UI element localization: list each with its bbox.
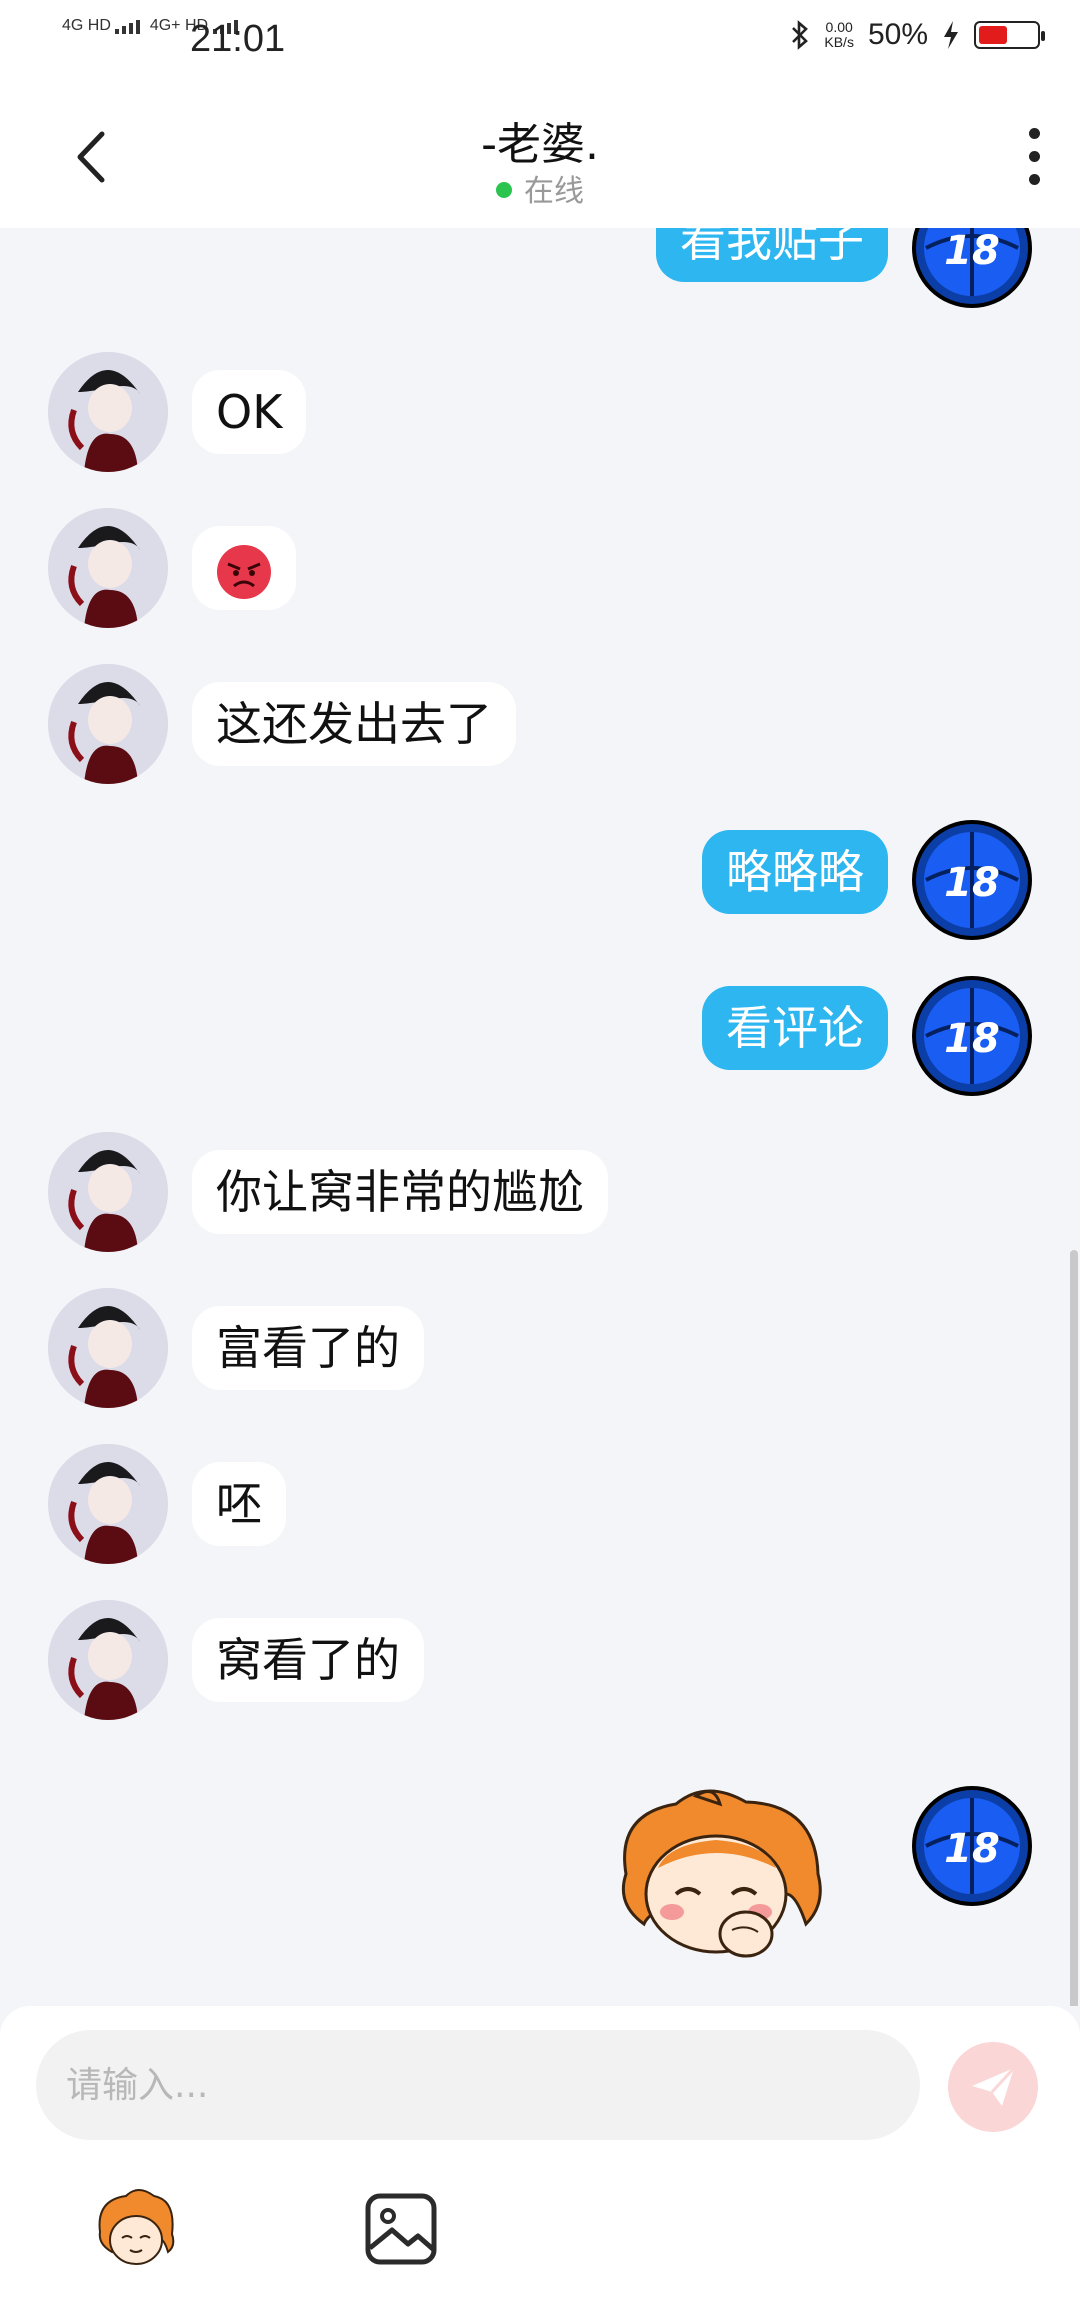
net-speed: 0.00 KB/s bbox=[824, 20, 854, 50]
contact-avatar-icon bbox=[48, 508, 168, 628]
battery-percent: 50% bbox=[867, 18, 928, 51]
clock: 21:01 bbox=[190, 18, 286, 60]
net-speed-unit: KB/s bbox=[824, 34, 854, 50]
scrollbar[interactable] bbox=[1070, 1250, 1078, 2006]
my-avatar-icon: 18 bbox=[916, 1790, 1028, 1902]
my-avatar-icon: 18 bbox=[916, 824, 1028, 936]
contact-avatar[interactable] bbox=[48, 1288, 168, 1408]
my-avatar-icon: 18 bbox=[916, 228, 1028, 304]
contact-avatar-icon bbox=[48, 664, 168, 784]
signal-1-label: 4G HD bbox=[62, 17, 111, 34]
angry-face-icon bbox=[217, 544, 271, 599]
online-status-text: 在线 bbox=[524, 174, 584, 209]
contact-avatar[interactable] bbox=[48, 508, 168, 628]
message-bubble[interactable]: 富看了的 bbox=[192, 1306, 424, 1390]
more-options-icon[interactable] bbox=[1026, 128, 1042, 186]
net-speed-value: 0.00 bbox=[825, 19, 853, 35]
online-status: 在线 bbox=[0, 166, 1080, 210]
contact-avatar[interactable] bbox=[48, 1444, 168, 1564]
send-icon bbox=[972, 2066, 1016, 2106]
bluetooth-icon bbox=[792, 20, 809, 50]
message-bubble[interactable] bbox=[192, 526, 296, 610]
contact-name: -老婆. bbox=[481, 119, 599, 170]
contact-avatar-icon bbox=[48, 1132, 168, 1252]
svg-text:18: 18 bbox=[944, 228, 1000, 274]
my-avatar[interactable]: 18 bbox=[912, 1786, 1032, 1906]
svg-text:18: 18 bbox=[944, 1016, 1000, 1062]
battery-fill bbox=[979, 26, 1007, 44]
my-avatar[interactable]: 18 bbox=[912, 976, 1032, 1096]
contact-avatar-icon bbox=[48, 1444, 168, 1564]
status-icons: 0.00 KB/s 50% bbox=[790, 18, 1045, 52]
svg-text:18: 18 bbox=[944, 1826, 1000, 1872]
message-bubble[interactable]: 窝看了的 bbox=[192, 1618, 424, 1702]
send-button[interactable] bbox=[948, 2042, 1038, 2132]
contact-avatar[interactable] bbox=[48, 352, 168, 472]
message-bubble[interactable]: 呸 bbox=[192, 1462, 286, 1546]
charging-icon bbox=[944, 21, 958, 49]
compose-area bbox=[0, 2006, 1080, 2316]
message-input[interactable] bbox=[36, 2030, 920, 2140]
contact-avatar-icon bbox=[48, 1288, 168, 1408]
status-bar: 4G HD 4G+ HD 21:01 0.00 KB/s 50% bbox=[0, 0, 1080, 80]
message-bubble[interactable]: OK bbox=[192, 370, 307, 454]
message-bubble[interactable]: 这还发出去了 bbox=[192, 682, 516, 766]
svg-text:18: 18 bbox=[944, 860, 1000, 906]
battery-icon bbox=[974, 21, 1045, 49]
chat-header: -老婆. 在线 bbox=[0, 80, 1080, 228]
message-bubble[interactable]: 看我贴子 bbox=[656, 228, 888, 282]
message-bubble[interactable]: 你让窝非常的尴尬 bbox=[192, 1150, 608, 1234]
my-avatar[interactable]: 18 bbox=[912, 820, 1032, 940]
laughing-girl-sticker[interactable] bbox=[596, 1784, 836, 1984]
my-avatar[interactable]: 18 bbox=[912, 228, 1032, 308]
my-avatar-icon: 18 bbox=[916, 980, 1028, 1092]
image-icon[interactable] bbox=[362, 2190, 442, 2270]
message-bubble[interactable]: 看评论 bbox=[702, 986, 888, 1070]
contact-avatar[interactable] bbox=[48, 1600, 168, 1720]
contact-avatar[interactable] bbox=[48, 1132, 168, 1252]
contact-avatar-icon bbox=[48, 1600, 168, 1720]
contact-avatar[interactable] bbox=[48, 664, 168, 784]
contact-avatar-icon bbox=[48, 352, 168, 472]
chat-list[interactable]: 看我贴子 18 OK 这还发出去了 略略略 18 看评论 18 你让窝非常的尴尬… bbox=[0, 228, 1080, 2006]
online-dot-icon bbox=[496, 182, 512, 198]
message-bubble[interactable]: 略略略 bbox=[702, 830, 888, 914]
signal-icon bbox=[115, 20, 141, 34]
sticker-icon[interactable] bbox=[92, 2186, 178, 2272]
